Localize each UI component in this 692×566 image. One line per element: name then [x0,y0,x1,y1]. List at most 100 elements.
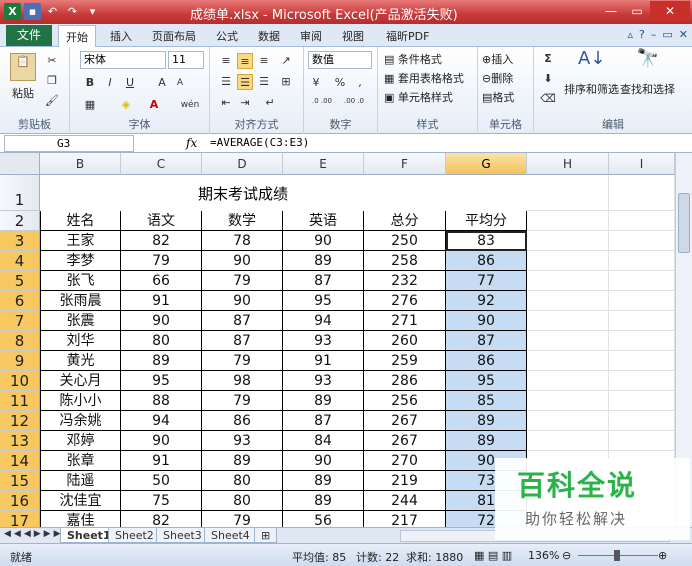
column-header[interactable]: B [40,153,121,175]
sort-filter-button[interactable]: 排序和筛选 [564,81,619,97]
align-bottom-icon[interactable]: ≡ [256,53,272,69]
delete-cells-button[interactable]: ⊖删除 [482,70,513,86]
underline-button[interactable]: U [122,75,138,91]
italic-button[interactable]: I [102,75,118,91]
number-format-select[interactable]: 数值 [308,51,372,69]
table-cell[interactable]: 50 [121,471,202,491]
table-cell[interactable]: 86 [446,351,527,371]
tab-formulas[interactable]: 公式 [216,28,238,44]
orientation-icon[interactable]: ↗ [278,53,294,69]
table-cell[interactable]: 244 [364,491,446,511]
empty-cell[interactable] [527,371,609,391]
table-cell[interactable]: 90 [283,231,364,251]
table-cell[interactable]: 86 [446,251,527,271]
empty-cell[interactable] [527,175,609,211]
table-cell[interactable]: 嘉佳 [40,511,121,527]
help-icon[interactable]: ? [639,28,645,41]
empty-cell[interactable] [609,211,675,231]
table-cell[interactable]: 刘华 [40,331,121,351]
align-top-icon[interactable]: ≡ [218,53,234,69]
tab-home[interactable]: 开始 [58,25,96,48]
table-cell[interactable]: 77 [446,271,527,291]
header-cell[interactable]: 总分 [364,211,446,231]
copy-icon[interactable]: ❐ [44,73,60,89]
decrease-indent-icon[interactable]: ⇤ [218,95,234,111]
table-cell[interactable]: 85 [446,391,527,411]
table-cell[interactable]: 92 [446,291,527,311]
tab-data[interactable]: 数据 [258,28,280,44]
table-cell[interactable]: 256 [364,391,446,411]
align-left-icon[interactable]: ☰ [218,74,234,90]
close-button[interactable]: ✕ [650,1,690,21]
empty-cell[interactable] [527,331,609,351]
table-cell[interactable]: 89 [283,251,364,271]
table-cell[interactable]: 陈小小 [40,391,121,411]
empty-cell[interactable] [609,431,675,451]
align-center-icon[interactable]: ☰ [237,74,253,90]
empty-cell[interactable] [609,411,675,431]
font-name-select[interactable]: 宋体 [80,51,166,69]
currency-icon[interactable]: ¥ [308,75,324,91]
insert-cells-button[interactable]: ⊕插入 [482,51,513,67]
find-select-icon[interactable]: 🔭 [636,50,660,77]
column-header[interactable]: E [283,153,364,175]
column-header[interactable]: C [121,153,202,175]
fill-color-icon[interactable]: ◈ [118,97,134,113]
bold-button[interactable]: B [82,75,98,91]
empty-cell[interactable] [609,371,675,391]
comma-button[interactable]: , [352,75,368,91]
row-header[interactable]: 16 [0,491,40,511]
row-header[interactable]: 11 [0,391,40,411]
table-cell[interactable]: 270 [364,451,446,471]
table-cell[interactable]: 89 [283,391,364,411]
select-all-corner[interactable] [0,153,40,175]
table-cell[interactable]: 89 [446,411,527,431]
table-cell[interactable]: 关心月 [40,371,121,391]
autosum-button[interactable]: Σ [540,51,556,67]
empty-cell[interactable] [527,211,609,231]
table-cell[interactable]: 78 [202,231,283,251]
table-cell[interactable]: 87 [202,311,283,331]
table-cell[interactable]: 90 [202,251,283,271]
table-cell[interactable]: 89 [283,491,364,511]
empty-cell[interactable] [609,391,675,411]
table-cell[interactable]: 82 [121,511,202,527]
row-header[interactable]: 3 [0,231,40,251]
table-cell[interactable]: 80 [202,471,283,491]
undo-icon[interactable]: ↶ [44,3,61,20]
table-cell[interactable]: 79 [202,351,283,371]
format-cells-button[interactable]: ▤格式 [482,89,514,105]
table-cell[interactable]: 217 [364,511,446,527]
empty-cell[interactable] [527,351,609,371]
table-cell[interactable]: 66 [121,271,202,291]
table-cell[interactable]: 87 [283,271,364,291]
sheet-tab-4[interactable]: Sheet4 [204,528,257,543]
table-cell[interactable]: 79 [202,271,283,291]
table-cell[interactable]: 259 [364,351,446,371]
zoom-slider-thumb[interactable] [614,550,620,561]
shrink-font-button[interactable]: A [172,75,188,91]
table-cell[interactable]: 90 [121,431,202,451]
column-header[interactable]: F [364,153,446,175]
column-header[interactable]: D [202,153,283,175]
increase-indent-icon[interactable]: ⇥ [237,95,253,111]
clear-icon[interactable]: ⌫ [540,91,556,107]
cut-icon[interactable]: ✂ [44,53,60,69]
sheet-nav-arrows-icon[interactable]: ◀◀◀▶▶▶ [4,529,64,539]
empty-cell[interactable] [527,311,609,331]
new-sheet-icon[interactable]: ⊞ [254,528,278,543]
borders-icon[interactable]: ▦ [82,97,98,113]
table-cell[interactable]: 250 [364,231,446,251]
merge-center-icon[interactable]: ⊞ [278,74,294,90]
table-cell[interactable]: 89 [283,471,364,491]
percent-button[interactable]: % [332,75,348,91]
table-cell[interactable]: 陆遥 [40,471,121,491]
customize-qat-icon[interactable]: ▾ [84,3,101,20]
tab-foxit-pdf[interactable]: 福昕PDF [386,28,429,44]
empty-cell[interactable] [527,251,609,271]
sort-filter-icon[interactable]: A↓ [578,50,605,77]
header-cell[interactable]: 姓名 [40,211,121,231]
doc-restore-icon[interactable]: ▭ [662,28,672,41]
conditional-format-button[interactable]: ▤ 条件格式 [384,51,442,67]
empty-cell[interactable] [527,391,609,411]
